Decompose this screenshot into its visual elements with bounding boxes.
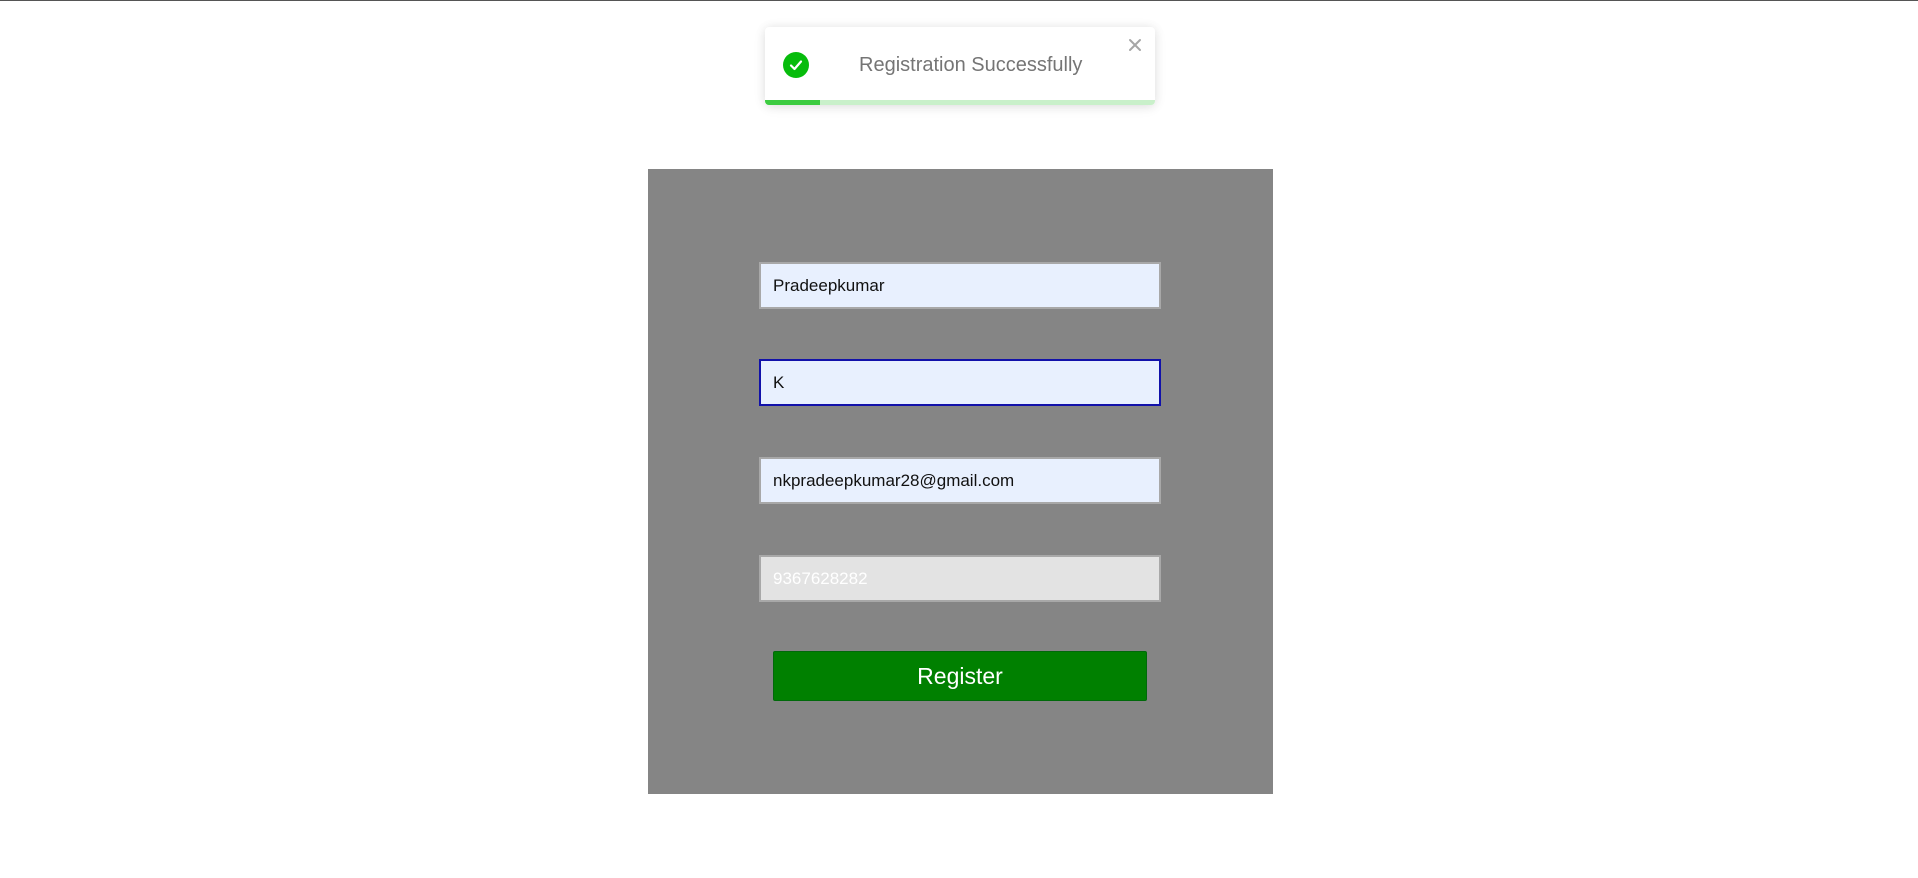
close-icon[interactable] [1125, 35, 1145, 55]
phone-input[interactable] [759, 555, 1161, 602]
email-input[interactable] [759, 457, 1161, 504]
registration-form: Register [648, 169, 1273, 794]
toast-progress-bar [765, 100, 820, 105]
success-toast: Registration Successfully [765, 27, 1155, 105]
window-top-border [0, 0, 1918, 1]
check-circle-icon [783, 52, 809, 78]
toast-progress-track [765, 100, 1155, 105]
first-name-input[interactable] [759, 262, 1161, 309]
register-button[interactable]: Register [773, 651, 1147, 701]
toast-message: Registration Successfully [859, 54, 1083, 76]
last-name-input[interactable] [759, 359, 1161, 406]
